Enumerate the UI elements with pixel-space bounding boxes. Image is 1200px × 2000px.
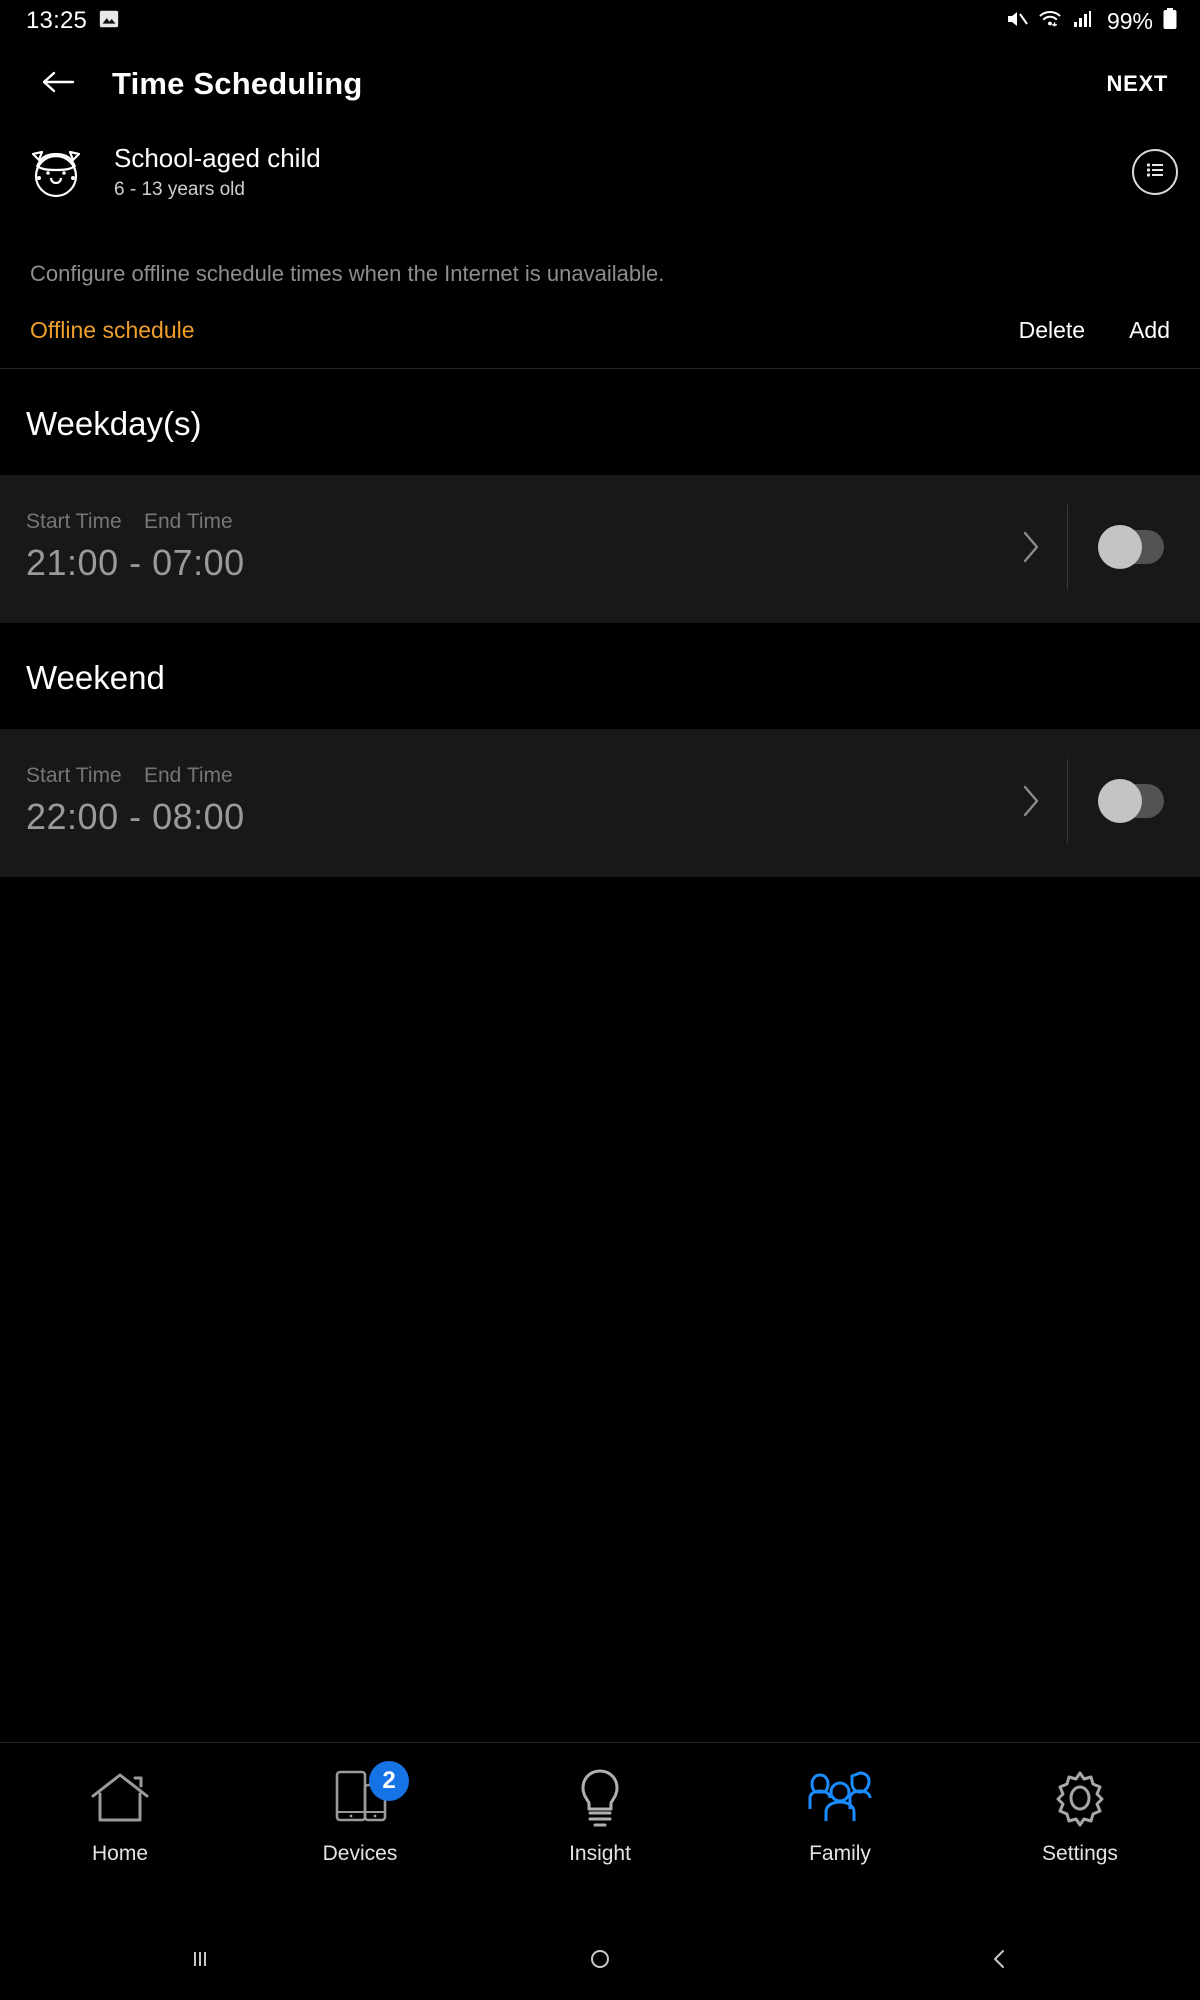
image-icon [98, 8, 120, 35]
start-time-label: Start Time [26, 509, 122, 533]
start-time-label: Start Time [26, 763, 122, 787]
schedule-card-weekday[interactable]: Start Time End Time 21:00 - 07:00 [0, 474, 1200, 623]
nav-item-insight[interactable]: Insight [480, 1765, 720, 1867]
back-arrow-icon [40, 67, 76, 102]
section-title-weekday: Weekday(s) [26, 404, 202, 442]
schedule-time-range-weekday: 21:00 - 07:00 [26, 541, 245, 583]
mute-icon [1005, 7, 1029, 36]
profile-age-range: 6 - 13 years old [114, 179, 245, 200]
home-icon [87, 1765, 153, 1831]
recents-button[interactable] [0, 1946, 400, 1977]
nav-label-family: Family [809, 1842, 871, 1865]
schedule-info-weekend: Start Time End Time 22:00 - 08:00 [26, 764, 245, 838]
offline-schedule-row: Offline schedule Delete Add [0, 289, 1200, 369]
devices-icon: 2 [327, 1761, 409, 1831]
schedule-controls-weekend [995, 758, 1176, 843]
nav-label-settings: Settings [1042, 1842, 1118, 1865]
gear-icon [1049, 1765, 1111, 1831]
nav-item-home[interactable]: Home [0, 1765, 240, 1867]
bottom-navigation: Home 2 Devices Insight Family Settings [0, 1742, 1200, 1922]
end-time-label: End Time [144, 763, 233, 787]
list-view-button[interactable] [1132, 149, 1178, 195]
schedule-time-range-weekend: 22:00 - 08:00 [26, 795, 245, 837]
offline-schedule-actions: Delete Add [1019, 317, 1170, 344]
child-face-avatar [24, 140, 88, 204]
profile-row[interactable]: School-aged child 6 - 13 years old [0, 126, 1200, 218]
recents-icon [187, 1946, 213, 1977]
nav-label-insight: Insight [569, 1842, 631, 1865]
schedule-info-weekday: Start Time End Time 21:00 - 07:00 [26, 510, 245, 584]
offline-schedule-label: Offline schedule [30, 316, 195, 343]
end-time-label: End Time [144, 509, 233, 533]
schedule-toggle-weekend[interactable] [1098, 778, 1164, 823]
bulb-icon [571, 1765, 629, 1831]
toggle-knob [1098, 524, 1142, 569]
phone-screen: 13:25 99% Time Scheduling NEXT School-ag… [0, 0, 1200, 2000]
status-clock: 13:25 [26, 7, 88, 34]
status-bar-left: 13:25 [26, 7, 120, 35]
page-title: Time Scheduling [112, 66, 363, 101]
delete-button[interactable]: Delete [1019, 317, 1085, 344]
home-circle-icon [587, 1946, 613, 1977]
chevron-right-icon[interactable] [995, 784, 1067, 818]
nav-item-family[interactable]: Family [720, 1765, 960, 1867]
chevron-right-icon[interactable] [995, 530, 1067, 564]
status-bar-right: 99% [1005, 7, 1178, 36]
schedule-toggle-weekday[interactable] [1098, 524, 1164, 569]
back-chevron-icon [987, 1946, 1013, 1977]
divider [1067, 758, 1068, 843]
profile-name: School-aged child [114, 143, 321, 173]
battery-icon [1162, 7, 1178, 36]
home-button[interactable] [400, 1946, 800, 1977]
nav-label-devices: Devices [322, 1842, 398, 1865]
section-title-weekend: Weekend [26, 658, 165, 696]
add-button[interactable]: Add [1129, 317, 1170, 344]
list-view-icon [1143, 158, 1167, 187]
schedule-labels: Start Time End Time [26, 764, 245, 788]
status-bar: 13:25 99% [0, 0, 1200, 42]
nav-item-devices[interactable]: 2 Devices [240, 1761, 480, 1867]
wifi-icon [1038, 7, 1062, 36]
nav-item-settings[interactable]: Settings [960, 1765, 1200, 1867]
schedule-labels: Start Time End Time [26, 510, 245, 534]
back-button-nav[interactable] [800, 1946, 1200, 1977]
divider [1067, 504, 1068, 589]
signal-icon [1071, 7, 1095, 36]
toggle-knob [1098, 778, 1142, 823]
battery-percent: 99% [1106, 7, 1153, 34]
description-text: Configure offline schedule times when th… [30, 261, 665, 286]
family-icon [802, 1765, 878, 1831]
android-navigation-bar [0, 1922, 1200, 2000]
devices-badge: 2 [369, 1761, 409, 1801]
next-button[interactable]: NEXT [1099, 61, 1176, 107]
nav-label-home: Home [91, 1842, 149, 1865]
schedule-controls-weekday [995, 504, 1176, 589]
app-bar: Time Scheduling NEXT [0, 42, 1200, 126]
schedule-card-weekend[interactable]: Start Time End Time 22:00 - 08:00 [0, 728, 1200, 877]
profile-text: School-aged child 6 - 13 years old [114, 143, 321, 201]
back-button[interactable] [30, 56, 86, 112]
